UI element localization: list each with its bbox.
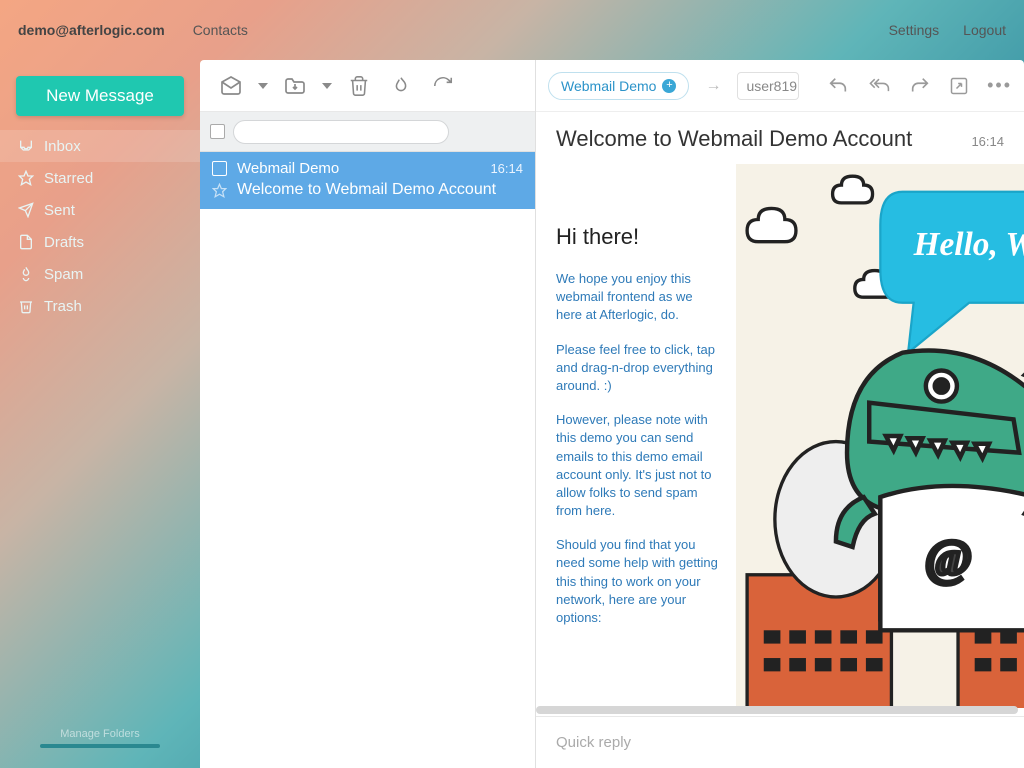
- body-paragraph: We hope you enjoy this webmail frontend …: [556, 270, 718, 325]
- preview-subject: Welcome to Webmail Demo Account: [556, 126, 971, 152]
- sidebar-item-drafts[interactable]: Drafts: [0, 226, 200, 258]
- logout-link[interactable]: Logout: [963, 22, 1006, 38]
- drafts-icon: [18, 234, 34, 250]
- to-field[interactable]: user819: [737, 72, 799, 100]
- topbar: demo@afterlogic.com Contacts Settings Lo…: [0, 0, 1024, 60]
- svg-text:@: @: [925, 530, 972, 587]
- preview-body: Hi there! We hope you enjoy this webmail…: [536, 160, 1024, 716]
- reply-button[interactable]: [827, 75, 849, 97]
- check-mail-dropdown[interactable]: [252, 67, 274, 105]
- sent-icon: [18, 202, 34, 218]
- folder-list: Inbox Starred Sent Drafts: [0, 130, 200, 322]
- reply-all-button[interactable]: [867, 75, 891, 97]
- greeting: Hi there!: [556, 224, 718, 250]
- trash-icon: [18, 298, 34, 314]
- sidebar: New Message Inbox Starred Sent: [0, 60, 200, 768]
- from-pill[interactable]: Webmail Demo +: [548, 72, 689, 100]
- list-toolbar: [200, 60, 535, 112]
- open-new-window-button[interactable]: [949, 76, 969, 96]
- check-mail-button[interactable]: [210, 67, 252, 105]
- inbox-icon: [18, 138, 34, 154]
- folder-label: Trash: [44, 298, 82, 315]
- body-paragraph: Should you find that you need some help …: [556, 536, 718, 627]
- add-contact-icon[interactable]: +: [662, 79, 676, 93]
- sidebar-item-sent[interactable]: Sent: [0, 194, 200, 226]
- manage-folders-link[interactable]: Manage Folders: [0, 718, 200, 768]
- message-checkbox[interactable]: [212, 161, 227, 176]
- sidebar-item-trash[interactable]: Trash: [0, 290, 200, 322]
- sidebar-item-starred[interactable]: Starred: [0, 162, 200, 194]
- message-time: 16:14: [490, 161, 523, 176]
- preview-pane: Webmail Demo + → user819 •••: [536, 60, 1024, 768]
- arrow-icon: →: [695, 77, 731, 95]
- move-to-folder-button[interactable]: [274, 67, 316, 105]
- mark-spam-button[interactable]: [380, 67, 422, 105]
- refresh-button[interactable]: [422, 67, 464, 105]
- horizontal-scrollbar[interactable]: [536, 706, 1018, 714]
- move-dropdown[interactable]: [316, 67, 338, 105]
- message-sender: Webmail Demo: [237, 160, 480, 177]
- storage-bar: [40, 744, 160, 748]
- sidebar-item-spam[interactable]: Spam: [0, 258, 200, 290]
- folder-label: Sent: [44, 202, 75, 219]
- settings-link[interactable]: Settings: [889, 22, 940, 38]
- message-item[interactable]: Webmail Demo 16:14 Welcome to Webmail De…: [200, 152, 535, 209]
- select-all-checkbox[interactable]: [210, 124, 225, 139]
- contacts-link[interactable]: Contacts: [193, 22, 248, 38]
- delete-button[interactable]: [338, 67, 380, 105]
- new-message-button[interactable]: New Message: [16, 76, 184, 116]
- preview-toolbar: Webmail Demo + → user819 •••: [536, 60, 1024, 112]
- folder-label: Spam: [44, 266, 83, 283]
- hello-world-illustration: Hello, World!: [736, 164, 1024, 708]
- search-input[interactable]: [233, 120, 449, 144]
- quick-reply-input[interactable]: Quick reply: [536, 716, 1024, 768]
- sidebar-item-inbox[interactable]: Inbox: [0, 130, 200, 162]
- search-row: [200, 112, 535, 152]
- body-paragraph: Please feel free to click, tap and drag-…: [556, 341, 718, 396]
- message-subject: Welcome to Webmail Demo Account: [237, 181, 496, 199]
- account-email[interactable]: demo@afterlogic.com: [18, 22, 165, 38]
- more-actions-button[interactable]: •••: [987, 75, 1012, 96]
- body-paragraph: However, please note with this demo you …: [556, 411, 718, 520]
- preview-time: 16:14: [971, 134, 1004, 149]
- star-icon: [18, 170, 34, 186]
- folder-label: Drafts: [44, 234, 84, 251]
- forward-button[interactable]: [909, 75, 931, 97]
- message-list-pane: Webmail Demo 16:14 Welcome to Webmail De…: [200, 60, 536, 768]
- star-icon[interactable]: [212, 183, 227, 198]
- spam-icon: [18, 266, 34, 282]
- bubble-text: Hello, World!: [913, 226, 1024, 263]
- folder-label: Starred: [44, 170, 93, 187]
- folder-label: Inbox: [44, 138, 81, 155]
- from-label: Webmail Demo: [561, 78, 656, 94]
- preview-header: Welcome to Webmail Demo Account 16:14: [536, 112, 1024, 160]
